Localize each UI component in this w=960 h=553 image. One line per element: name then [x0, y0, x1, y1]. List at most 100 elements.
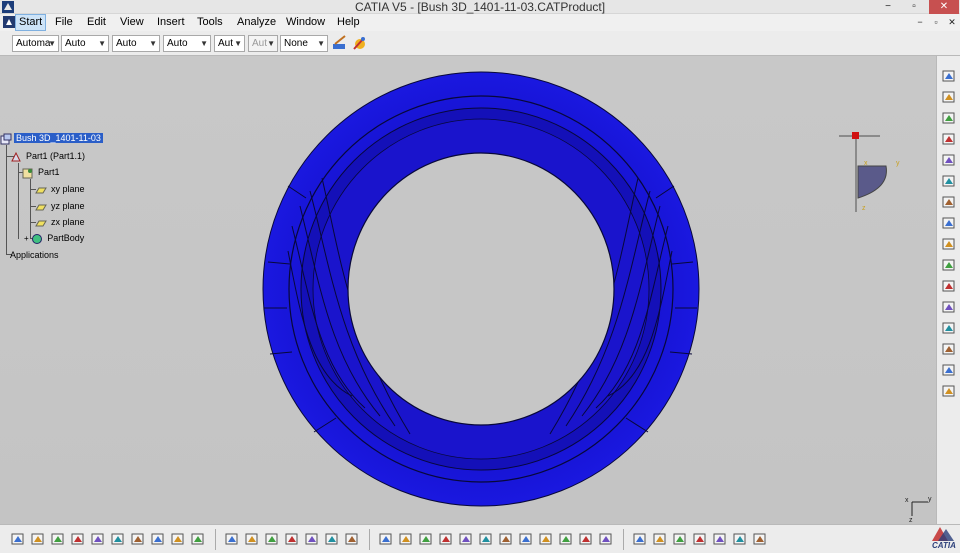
catalog-icon[interactable] [284, 531, 301, 548]
replace-component-icon[interactable] [941, 194, 958, 211]
select-icon[interactable] [941, 89, 958, 106]
undo-icon[interactable] [150, 531, 167, 548]
iso-view-icon[interactable] [538, 531, 555, 548]
text-icon[interactable] [941, 236, 958, 253]
tree-part-instance-label: Part1 (Part1.1) [26, 151, 86, 161]
measure-between-icon[interactable] [378, 531, 395, 548]
menu-insert[interactable]: Insert [154, 14, 188, 31]
product-icon[interactable] [672, 531, 689, 548]
transparency-combo[interactable]: Auto ▼ [61, 35, 109, 52]
doc-restore-button[interactable]: ▫ [929, 15, 943, 29]
bill-of-material-icon[interactable] [941, 383, 958, 400]
pan-icon[interactable] [418, 531, 435, 548]
toolbar-separator [215, 529, 216, 550]
menu-analyze[interactable]: Analyze [234, 14, 279, 31]
explode-icon[interactable] [941, 278, 958, 295]
copy-icon[interactable] [110, 531, 127, 548]
menu-view[interactable]: View [117, 14, 147, 31]
paste-icon[interactable] [130, 531, 147, 548]
doc-close-button[interactable]: ✕ [945, 15, 959, 29]
standard-toolbar: CATIA [0, 524, 960, 553]
menu-start[interactable]: Start [15, 14, 47, 31]
document-icon[interactable] [3, 16, 15, 28]
chevron-down-icon: ▼ [317, 39, 325, 48]
rotate-icon[interactable] [438, 531, 455, 548]
line-type-combo[interactable]: Auto ▼ [163, 35, 211, 52]
new-icon[interactable] [10, 531, 27, 548]
manipulate-icon[interactable] [941, 299, 958, 316]
apply-material-icon[interactable] [324, 531, 341, 548]
snap-icon[interactable] [941, 257, 958, 274]
chevron-down-icon: ▼ [234, 39, 242, 48]
menu-tools[interactable]: Tools [194, 14, 226, 31]
zoom-in-icon[interactable] [458, 531, 475, 548]
measure-icon[interactable] [344, 531, 361, 548]
triad-axis-y: y [928, 496, 932, 503]
multi-view-icon[interactable] [518, 531, 535, 548]
print-icon[interactable] [70, 531, 87, 548]
restore-button[interactable]: ▫ [902, 0, 926, 14]
normal-view-icon[interactable] [498, 531, 515, 548]
update-icon[interactable] [732, 531, 749, 548]
rendering-style-combo: Aut ▼ [248, 35, 278, 52]
format-painter-icon[interactable] [331, 34, 349, 52]
sketcher-icon[interactable] [941, 68, 958, 85]
open-icon[interactable] [30, 531, 47, 548]
view-mode-icon[interactable] [558, 531, 575, 548]
redo-icon[interactable] [170, 531, 187, 548]
tree-zx-plane-label: zx plane [51, 217, 85, 227]
menu-help[interactable]: Help [334, 14, 363, 31]
zoom-out-icon[interactable] [478, 531, 495, 548]
fly-mode-icon[interactable] [304, 531, 321, 548]
assembly-icon[interactable] [941, 131, 958, 148]
menu-file[interactable]: File [52, 14, 76, 31]
compass-axis-y: y [896, 160, 900, 167]
line-thickness-combo[interactable]: Auto ▼ [112, 35, 160, 52]
cut-icon[interactable] [90, 531, 107, 548]
minimize-button[interactable]: − [876, 0, 900, 14]
menu-edit[interactable]: Edit [84, 14, 109, 31]
new-component-icon[interactable] [941, 152, 958, 169]
tree-zx-plane[interactable]: zx plane [35, 215, 87, 229]
specification-tree: Bush 3D_1401-11-03 Part1 (Part1.1) Part1… [0, 131, 110, 271]
doc-minimize-button[interactable]: − [913, 15, 927, 29]
compass-icon[interactable]: x y z [839, 132, 900, 212]
formula-icon[interactable] [224, 531, 241, 548]
layer-combo[interactable]: None ▼ [280, 35, 328, 52]
fastener-icon[interactable] [712, 531, 729, 548]
hide-show-icon[interactable] [578, 531, 595, 548]
tree-part-label: Part1 [38, 167, 60, 177]
annotation-icon[interactable] [941, 362, 958, 379]
tree-yz-plane[interactable]: yz plane [35, 199, 87, 213]
tree-part-instance[interactable]: Part1 (Part1.1) [10, 149, 87, 163]
knowledge-icon[interactable] [752, 531, 769, 548]
tree-partbody[interactable]: + PartBody [24, 231, 86, 245]
part-design-icon[interactable] [941, 110, 958, 127]
tree-xy-plane[interactable]: xy plane [35, 182, 87, 196]
bush-part-geometry[interactable]: x y z y x z [0, 56, 936, 524]
fit-all-icon[interactable] [398, 531, 415, 548]
tree-root-product[interactable]: Bush 3D_1401-11-03 [0, 131, 103, 145]
graphic-properties-icon[interactable] [351, 34, 369, 52]
color-combo[interactable]: Automa ▼ [12, 35, 59, 52]
whats-this-icon[interactable] [190, 531, 207, 548]
close-button[interactable]: ✕ [929, 0, 959, 14]
constraint-icon[interactable] [941, 215, 958, 232]
comment-icon[interactable] [244, 531, 261, 548]
tree-part[interactable]: Part1 [22, 165, 62, 179]
design-table-icon[interactable] [264, 531, 281, 548]
camera-icon[interactable] [652, 531, 669, 548]
point-symbol-combo[interactable]: Aut ▼ [214, 35, 245, 52]
save-icon[interactable] [50, 531, 67, 548]
scenes-icon[interactable] [941, 341, 958, 358]
clash-icon[interactable] [941, 320, 958, 337]
bolt-icon[interactable] [692, 531, 709, 548]
existing-component-icon[interactable] [941, 173, 958, 190]
menu-window[interactable]: Window [283, 14, 328, 31]
axis-triad: y x z [905, 496, 932, 524]
tree-expansion-icon[interactable] [632, 531, 649, 548]
expand-plus-icon[interactable]: + [24, 234, 29, 243]
swap-space-icon[interactable] [598, 531, 615, 548]
tree-applications[interactable]: Applications [8, 248, 61, 262]
3d-viewport[interactable]: x y z y x z Bush 3D_1401-11-03 Part1 (Pa… [0, 56, 936, 524]
